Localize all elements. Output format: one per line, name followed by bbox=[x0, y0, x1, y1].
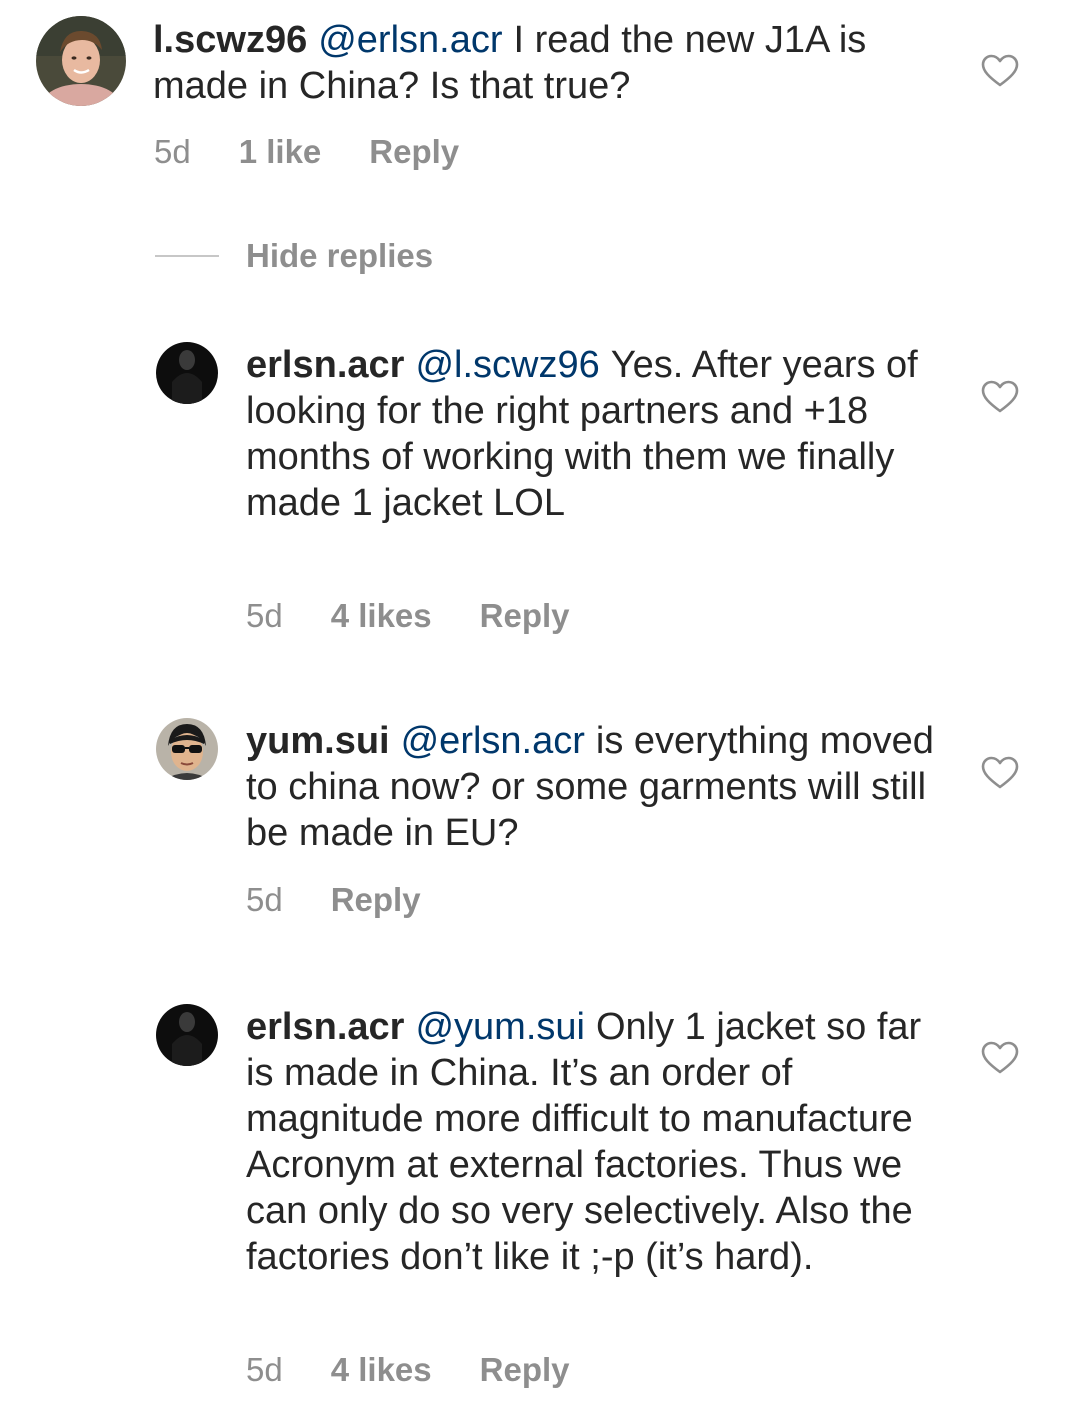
comment-likes[interactable]: 4 likes bbox=[331, 596, 432, 636]
user-avatar-photo-icon bbox=[36, 16, 126, 106]
user-avatar-dark-icon bbox=[156, 1004, 218, 1066]
comment-mention[interactable]: @erlsn.acr bbox=[318, 19, 502, 61]
comment-time: 5d bbox=[246, 597, 283, 634]
hide-replies-label[interactable]: Hide replies bbox=[246, 236, 433, 276]
comment-mention[interactable]: @l.scwz96 bbox=[415, 344, 599, 386]
reply-button[interactable]: Reply bbox=[480, 1350, 570, 1390]
heart-outline-icon[interactable] bbox=[981, 54, 1019, 88]
comment-meta: 5d 1 like Reply bbox=[154, 132, 459, 172]
user-avatar-dark-icon bbox=[156, 342, 218, 404]
comment-text: erlsn.acr @l.scwz96 Yes. After years of lo… bbox=[246, 342, 936, 526]
comment-username[interactable]: erlsn.acr bbox=[246, 1006, 404, 1048]
reply-button[interactable]: Reply bbox=[369, 132, 459, 172]
divider-line bbox=[155, 255, 219, 257]
comment-text: erlsn.acr @yum.sui Only 1 jacket so far is… bbox=[246, 1004, 936, 1280]
comment-meta: 5d 4 likes Reply bbox=[246, 596, 570, 636]
heart-outline-icon[interactable] bbox=[981, 380, 1019, 414]
avatar[interactable] bbox=[156, 718, 218, 780]
user-avatar-sunglasses-icon bbox=[156, 718, 218, 780]
comment-text: l.scwz96 @erlsn.acr I read the new J1A is … bbox=[153, 17, 933, 109]
avatar[interactable] bbox=[156, 342, 218, 404]
reply-button[interactable]: Reply bbox=[480, 596, 570, 636]
avatar[interactable] bbox=[156, 1004, 218, 1066]
comment-time: 5d bbox=[246, 881, 283, 918]
comment-meta: 5d Reply bbox=[246, 880, 421, 920]
heart-outline-icon[interactable] bbox=[981, 756, 1019, 790]
comment-meta: 5d 4 likes Reply bbox=[246, 1350, 570, 1390]
comment-username[interactable]: erlsn.acr bbox=[246, 344, 404, 386]
comment-mention[interactable]: @erlsn.acr bbox=[401, 720, 585, 762]
hide-replies-button[interactable]: Hide replies bbox=[155, 236, 433, 276]
reply-button[interactable]: Reply bbox=[331, 880, 421, 920]
comment-mention[interactable]: @yum.sui bbox=[415, 1006, 585, 1048]
heart-outline-icon[interactable] bbox=[981, 1041, 1019, 1075]
comment-time: 5d bbox=[154, 133, 191, 170]
comment-time: 5d bbox=[246, 1351, 283, 1388]
avatar[interactable] bbox=[36, 16, 126, 106]
comment-likes[interactable]: 1 like bbox=[239, 132, 322, 172]
comment-likes[interactable]: 4 likes bbox=[331, 1350, 432, 1390]
comment-text: yum.sui @erlsn.acr is everything moved to … bbox=[246, 718, 936, 856]
comment-username[interactable]: l.scwz96 bbox=[153, 19, 307, 61]
comment-username[interactable]: yum.sui bbox=[246, 720, 390, 762]
